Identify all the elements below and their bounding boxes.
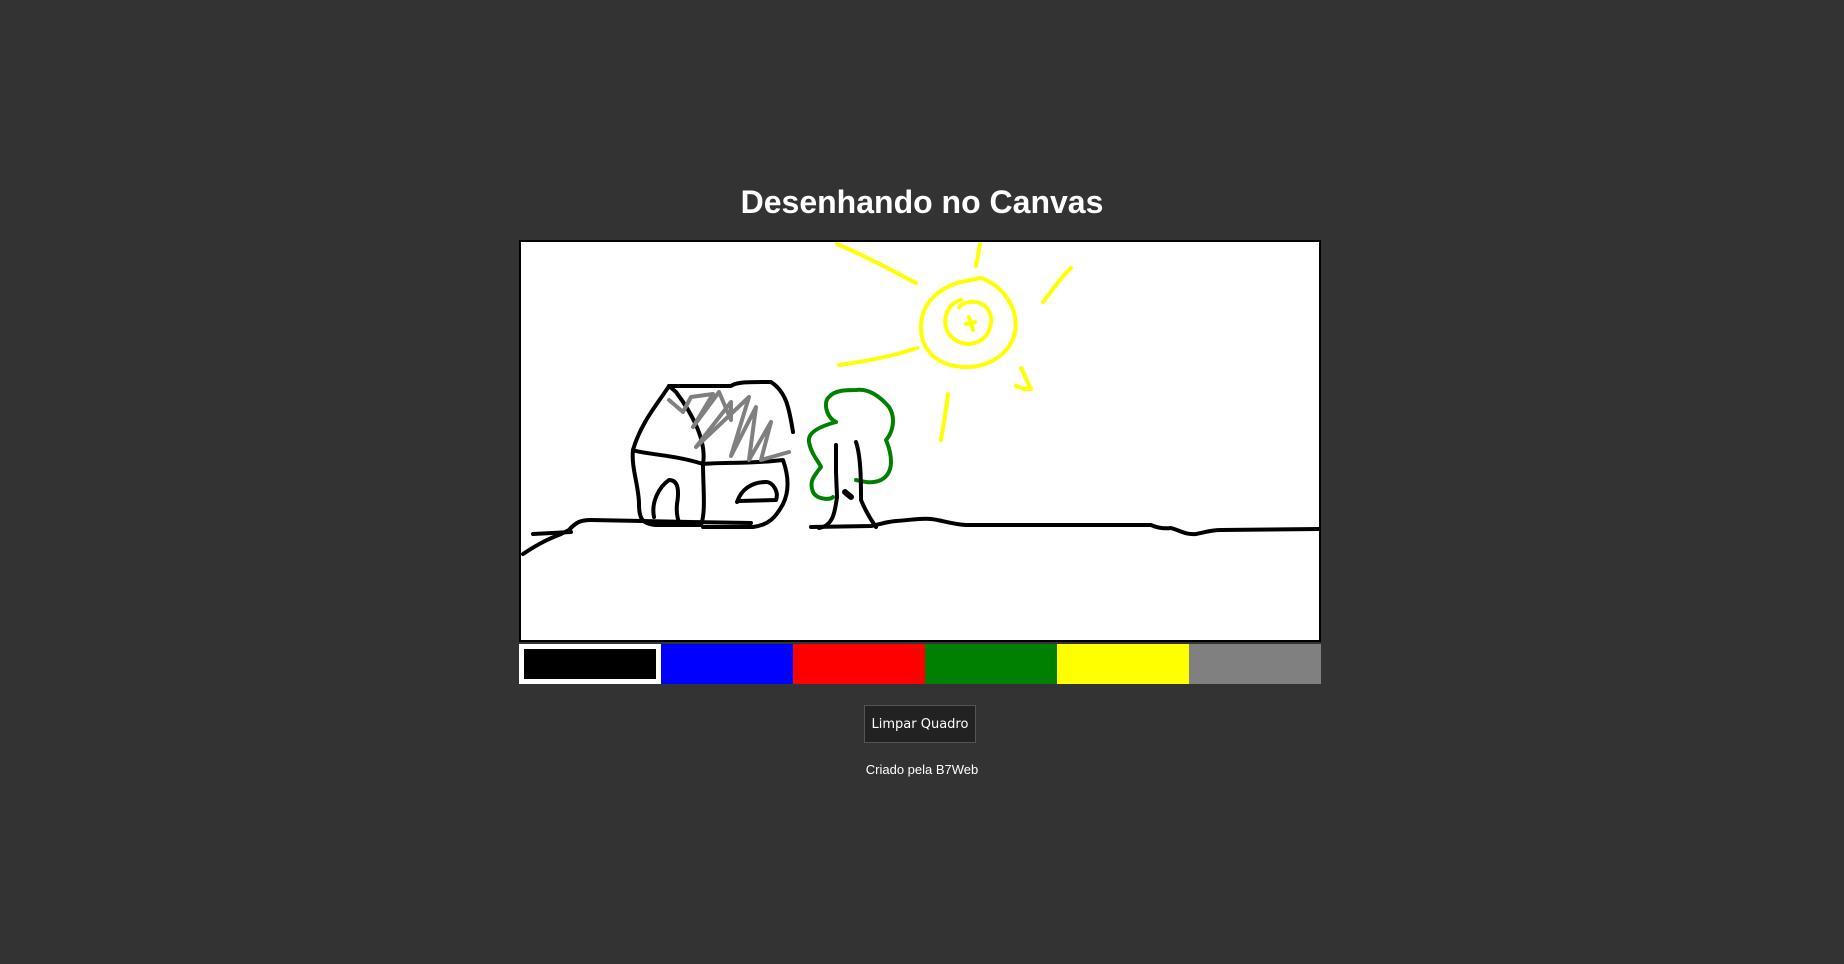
color-swatch-green[interactable]: [925, 644, 1057, 684]
tree-knot: [842, 489, 854, 500]
tree-crown: [806, 387, 895, 501]
clear-board-button[interactable]: Limpar Quadro: [864, 705, 976, 743]
ground-stroke-left: [531, 530, 573, 536]
sun-ray-4: [837, 346, 919, 367]
roof-shading: [667, 390, 791, 462]
canvas-drawing: [521, 242, 1319, 556]
drawing-canvas[interactable]: [519, 240, 1321, 642]
ground-stroke: [521, 516, 1319, 556]
color-swatch-yellow[interactable]: [1057, 644, 1189, 684]
page: Desenhando no Canvas Limpar Quadro Criad…: [0, 0, 1844, 964]
sun-ray-3: [1041, 266, 1073, 304]
sun-center: [964, 315, 977, 332]
color-swatch-blue[interactable]: [661, 644, 793, 684]
sun-ray-5: [1014, 366, 1033, 392]
color-swatch-red[interactable]: [793, 644, 925, 684]
house-window: [735, 480, 779, 504]
sun-ray-2: [974, 242, 982, 268]
color-swatch-black[interactable]: [519, 644, 661, 684]
tree-trunk: [817, 440, 878, 530]
color-palette: [519, 644, 1321, 684]
footer-credit: Criado pela B7Web: [865, 762, 979, 777]
color-swatch-gray[interactable]: [1189, 644, 1321, 684]
page-title: Desenhando no Canvas: [740, 184, 1104, 220]
house-door: [651, 478, 683, 527]
sun-ray-1: [835, 242, 918, 285]
sun-ray-6: [939, 392, 950, 442]
